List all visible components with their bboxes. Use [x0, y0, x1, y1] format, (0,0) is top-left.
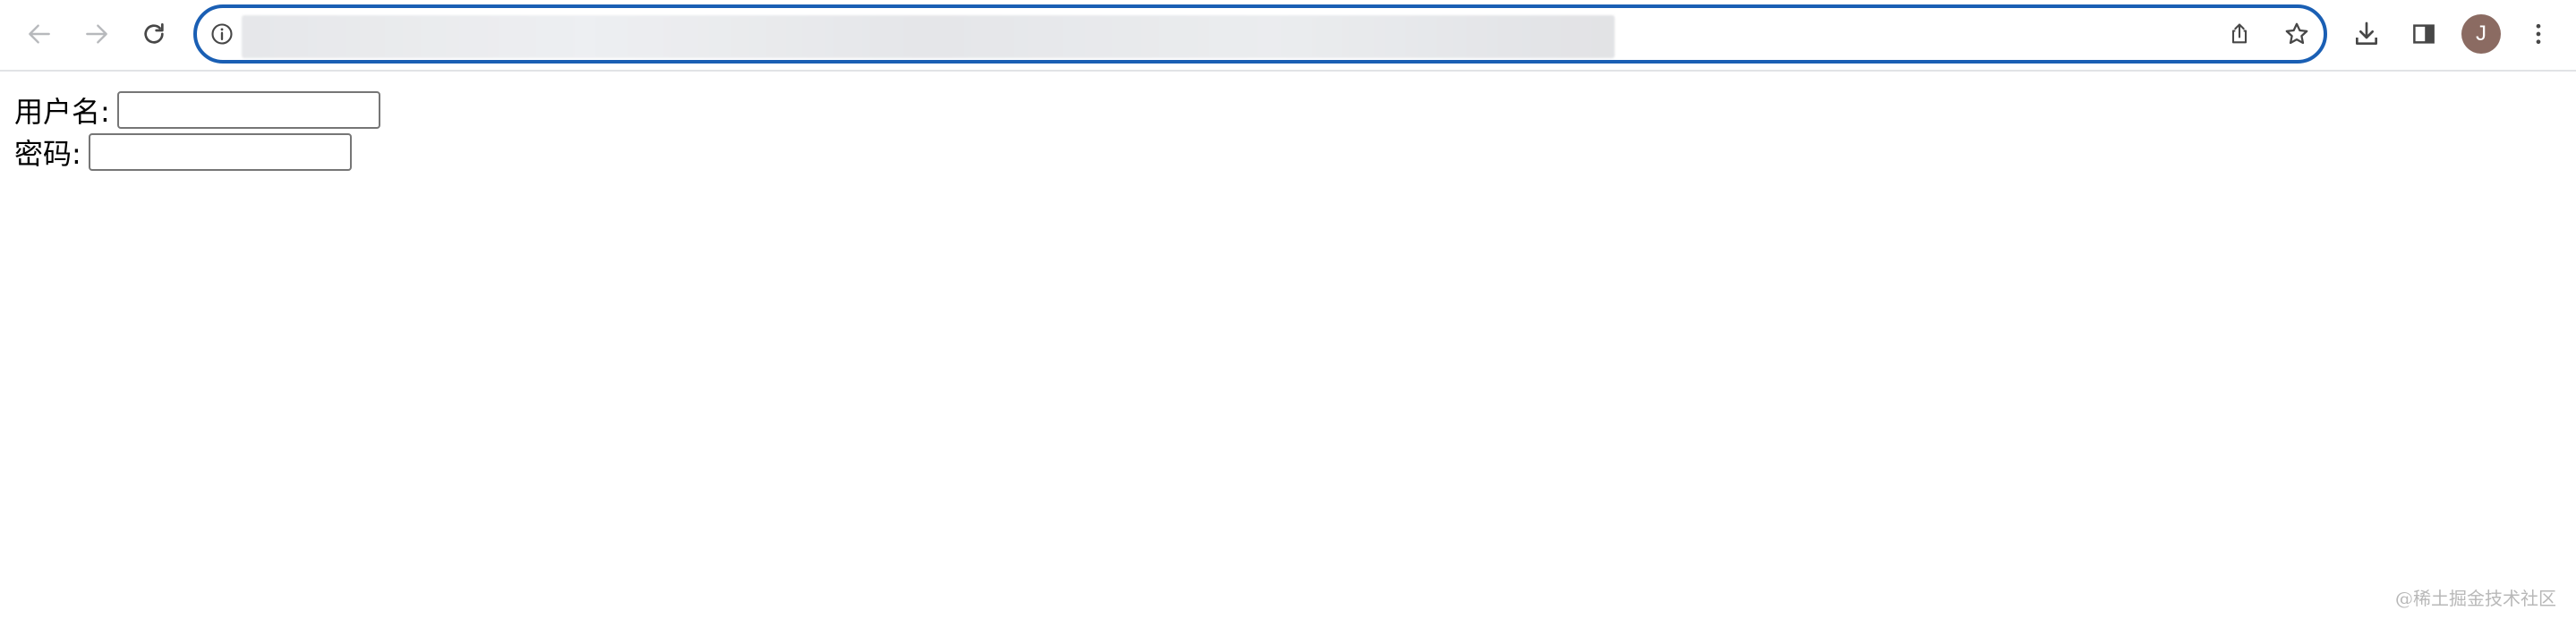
- forward-button[interactable]: [75, 13, 118, 55]
- password-input[interactable]: [88, 133, 352, 171]
- info-icon: [211, 23, 233, 45]
- arrow-left-icon: [29, 24, 50, 44]
- page-content: 用户名: 密码:: [0, 73, 2576, 619]
- reload-icon: [144, 23, 164, 44]
- username-row: 用户名:: [14, 89, 380, 131]
- avatar-initial: J: [2476, 21, 2486, 46]
- profile-avatar[interactable]: J: [2461, 14, 2501, 54]
- star-icon: [2285, 22, 2308, 45]
- kebab-menu-icon: [2536, 23, 2541, 45]
- password-row: 密码:: [14, 131, 352, 173]
- watermark-text: @稀土掘金技术社区: [2395, 588, 2556, 609]
- reload-button[interactable]: [132, 13, 175, 55]
- username-input[interactable]: [116, 91, 380, 129]
- address-bar[interactable]: [193, 4, 2327, 64]
- download-button[interactable]: [2345, 13, 2388, 55]
- back-button[interactable]: [18, 13, 61, 55]
- share-icon: [2231, 23, 2248, 44]
- share-button[interactable]: [2218, 13, 2261, 55]
- site-info-button[interactable]: [202, 13, 242, 55]
- side-panel-icon: [2413, 24, 2435, 44]
- username-label: 用户名:: [14, 95, 110, 129]
- side-panel-button[interactable]: [2402, 13, 2445, 55]
- download-icon: [2356, 21, 2377, 45]
- browser-toolbar: J: [0, 0, 2576, 72]
- arrow-right-icon: [86, 24, 107, 44]
- url-text-blurred[interactable]: [242, 15, 1615, 58]
- browser-menu-button[interactable]: [2517, 13, 2560, 55]
- password-label: 密码:: [14, 137, 81, 171]
- bookmark-button[interactable]: [2275, 13, 2318, 55]
